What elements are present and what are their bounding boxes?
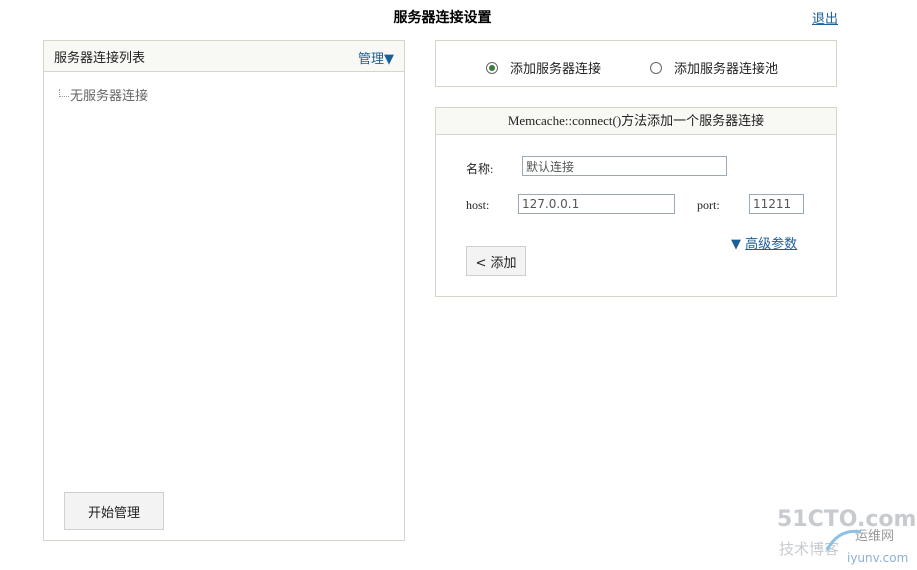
host-label: host: bbox=[466, 198, 490, 212]
radio-add-connection-pool[interactable]: 添加服务器连接池 bbox=[650, 58, 778, 77]
tree-connector-icon bbox=[59, 89, 69, 97]
host-input[interactable] bbox=[518, 194, 675, 214]
add-connection-form: Memcache::connect()方法添加一个服务器连接 名称: host:… bbox=[435, 107, 837, 297]
tree-item-label: 无服务器连接 bbox=[70, 89, 149, 104]
logout-link[interactable]: 退出 bbox=[812, 8, 838, 27]
triangle-down-icon: ▼ bbox=[731, 237, 746, 252]
page-title: 服务器连接设置 bbox=[393, 10, 492, 26]
watermark-text-4: iyunv.com bbox=[847, 551, 908, 565]
watermark-swoosh-icon bbox=[825, 529, 862, 551]
mode-selector: 添加服务器连接 添加服务器连接池 bbox=[435, 40, 837, 87]
tree-item-empty: 无服务器连接 bbox=[59, 85, 148, 104]
advanced-params-label: 高级参数 bbox=[745, 237, 798, 252]
name-input[interactable] bbox=[522, 156, 727, 176]
watermark-text-3: 运维网 bbox=[855, 529, 894, 544]
form-header: Memcache::connect()方法添加一个服务器连接 bbox=[436, 108, 836, 135]
radio-add-connection[interactable]: 添加服务器连接 bbox=[486, 58, 601, 77]
radio-checked-icon[interactable] bbox=[486, 61, 498, 74]
manage-menu-link[interactable]: 管理▼ bbox=[358, 48, 394, 67]
radio-label: 添加服务器连接池 bbox=[674, 62, 779, 77]
port-input[interactable] bbox=[749, 194, 804, 214]
triangle-down-icon: ▼ bbox=[384, 52, 394, 67]
radio-unchecked-icon[interactable] bbox=[650, 61, 662, 74]
panel-header: 服务器连接列表 管理▼ bbox=[44, 41, 404, 72]
server-connection-list-panel: 服务器连接列表 管理▼ 无服务器连接 开始管理 bbox=[43, 40, 405, 541]
panel-title: 服务器连接列表 bbox=[54, 51, 146, 66]
advanced-params-link[interactable]: ▼ 高级参数 bbox=[731, 233, 797, 252]
manage-label: 管理 bbox=[357, 52, 384, 67]
add-button[interactable]: < 添加 bbox=[466, 246, 526, 276]
port-label: port: bbox=[697, 198, 720, 212]
name-label: 名称: bbox=[466, 162, 494, 176]
watermark-logo: 51CTO.com 技术博客 运维网 iyunv.com bbox=[777, 507, 915, 565]
start-manage-button[interactable]: 开始管理 bbox=[64, 492, 164, 530]
watermark-text-2: 技术博客 bbox=[779, 540, 839, 558]
watermark-text-1: 51CTO.com bbox=[777, 507, 915, 532]
radio-label: 添加服务器连接 bbox=[510, 62, 602, 77]
